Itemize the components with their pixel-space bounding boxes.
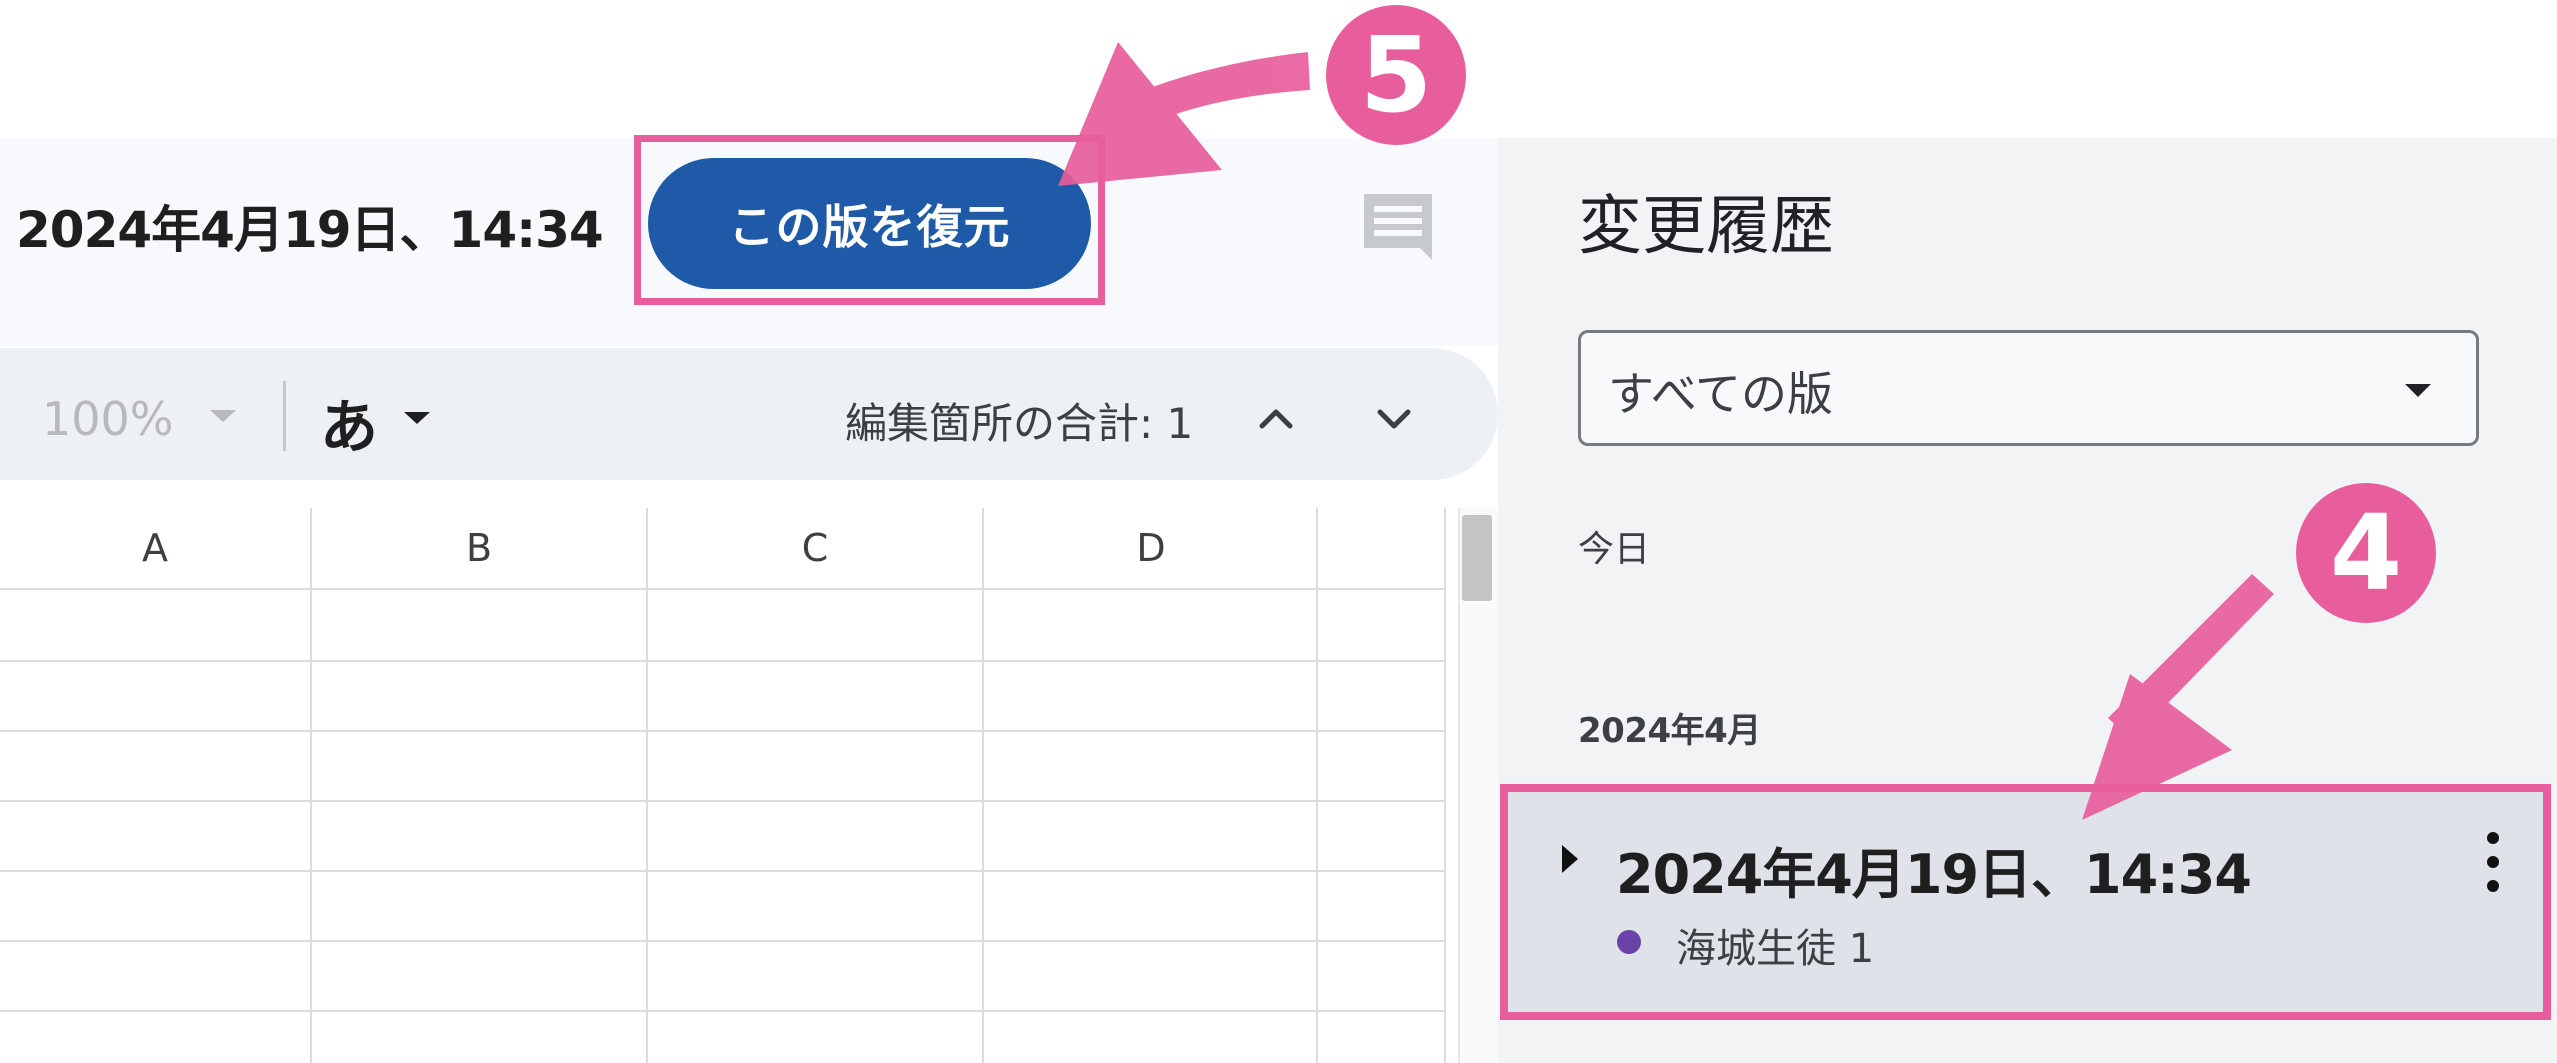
grid-line	[646, 508, 648, 1063]
chevron-down-icon[interactable]	[404, 412, 430, 424]
scrollbar-thumb[interactable]	[1462, 515, 1492, 601]
grid-line	[310, 508, 312, 1063]
grid-line	[0, 940, 1446, 942]
grid-line	[982, 508, 984, 1063]
panel-title: 変更履歴	[1578, 190, 1834, 264]
grid-line	[0, 870, 1446, 872]
grid-line	[0, 1010, 1446, 1012]
chevron-down-icon[interactable]	[210, 410, 236, 422]
column-header-d[interactable]: D	[984, 508, 1318, 588]
comment-icon[interactable]	[1360, 190, 1436, 264]
toolbar-divider	[283, 381, 286, 451]
grid-line	[0, 800, 1446, 802]
grid-line	[0, 660, 1446, 662]
step-badge-5: 5	[1326, 5, 1466, 145]
group-label-month: 2024年4月	[1578, 711, 1761, 751]
chevron-up-icon[interactable]	[1250, 392, 1302, 444]
chevron-down-icon[interactable]	[1368, 392, 1420, 444]
spreadsheet-grid[interactable]: A B C D	[0, 508, 1446, 1063]
column-header-c[interactable]: C	[648, 508, 982, 588]
annotation-highlight-restore	[634, 135, 1105, 305]
grid-line	[1444, 508, 1446, 1063]
step-badge-4: 4	[2296, 483, 2436, 623]
annotation-highlight-version	[1500, 784, 2551, 1020]
zoom-select[interactable]: 100%	[42, 392, 174, 446]
version-title: 2024年4月19日、14:34	[16, 201, 604, 259]
input-mode-button[interactable]: あ	[320, 380, 378, 464]
edit-count-label: 編集箇所の合計: 1	[845, 399, 1194, 448]
version-filter-value[interactable]: すべての版	[1608, 358, 1833, 424]
dropdown-arrow-icon[interactable]	[2405, 384, 2431, 397]
column-header-b[interactable]: B	[312, 508, 646, 588]
grid-line	[0, 730, 1446, 732]
column-header-a[interactable]: A	[0, 508, 310, 588]
grid-line	[1316, 508, 1318, 1063]
group-label-today: 今日	[1578, 529, 1651, 570]
grid-line	[0, 588, 1446, 590]
